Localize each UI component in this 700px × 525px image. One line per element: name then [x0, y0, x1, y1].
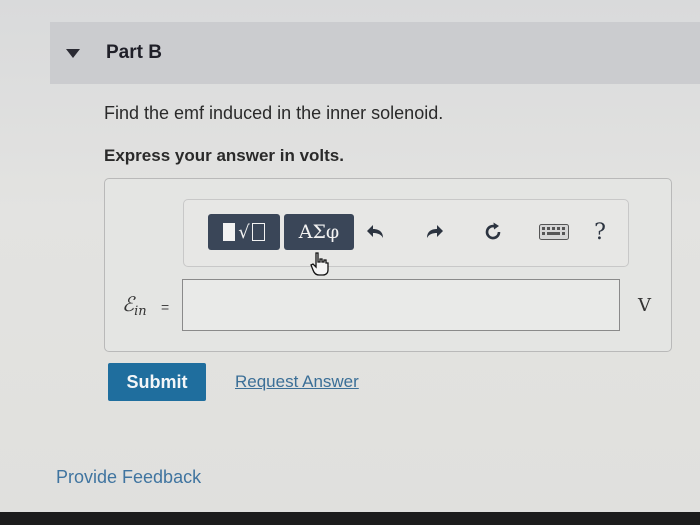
help-icon[interactable]: ?: [586, 218, 614, 246]
part-header[interactable]: Part B: [50, 22, 700, 84]
answer-instruction: Express your answer in volts.: [104, 146, 344, 165]
bottom-edge: [0, 512, 700, 525]
provide-feedback-link[interactable]: Provide Feedback: [56, 467, 201, 488]
part-title: Part B: [106, 42, 162, 63]
emf-symbol: ℰ: [122, 292, 135, 316]
reset-icon[interactable]: [479, 218, 507, 246]
math-toolbar: √ ΑΣφ ?: [183, 199, 629, 267]
redo-icon[interactable]: [420, 218, 448, 246]
page: Part B Find the emf induced in the inner…: [0, 0, 700, 525]
equals-sign: =: [161, 299, 170, 315]
keyboard-icon[interactable]: [536, 218, 572, 246]
hand-cursor-icon: [309, 251, 331, 282]
submit-button[interactable]: Submit: [108, 363, 206, 401]
emf-subscript: in: [134, 304, 147, 319]
undo-icon[interactable]: [362, 218, 390, 246]
request-answer-link[interactable]: Request Answer: [235, 372, 359, 392]
symbols-button[interactable]: ΑΣφ: [284, 214, 354, 250]
caret-down-icon[interactable]: [66, 49, 80, 58]
templates-icon: [223, 223, 236, 241]
answer-input[interactable]: [182, 279, 620, 331]
templates-button[interactable]: √: [208, 214, 280, 250]
question-prompt: Find the emf induced in the inner soleno…: [104, 103, 444, 123]
answer-box: √ ΑΣφ ? ℰin = V: [104, 178, 672, 352]
sqrt-icon: √: [238, 221, 250, 243]
placeholder-box-icon: [251, 223, 265, 241]
unit-label: V: [638, 295, 651, 316]
emf-label: ℰin: [122, 292, 147, 319]
